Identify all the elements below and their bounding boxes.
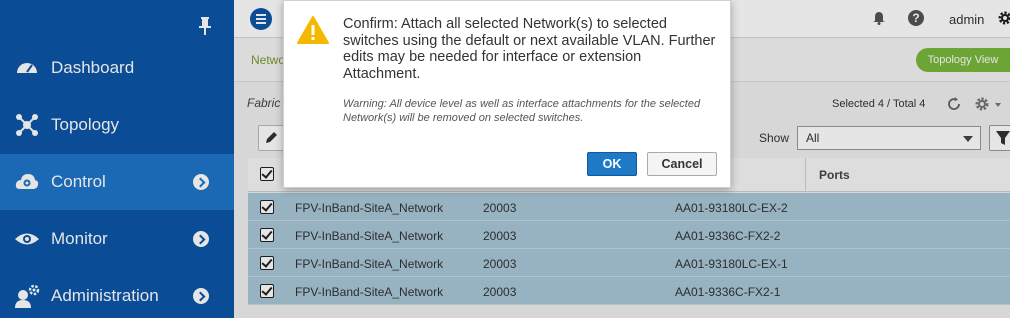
- warning-icon: [297, 16, 329, 44]
- cancel-button[interactable]: Cancel: [647, 152, 717, 176]
- confirm-dialog: Confirm: Attach all selected Network(s) …: [283, 0, 731, 188]
- confirm-message: Confirm: Attach all selected Network(s) …: [343, 16, 716, 82]
- warning-message: Warning: All device level as well as int…: [343, 98, 701, 124]
- ok-button[interactable]: OK: [587, 152, 637, 176]
